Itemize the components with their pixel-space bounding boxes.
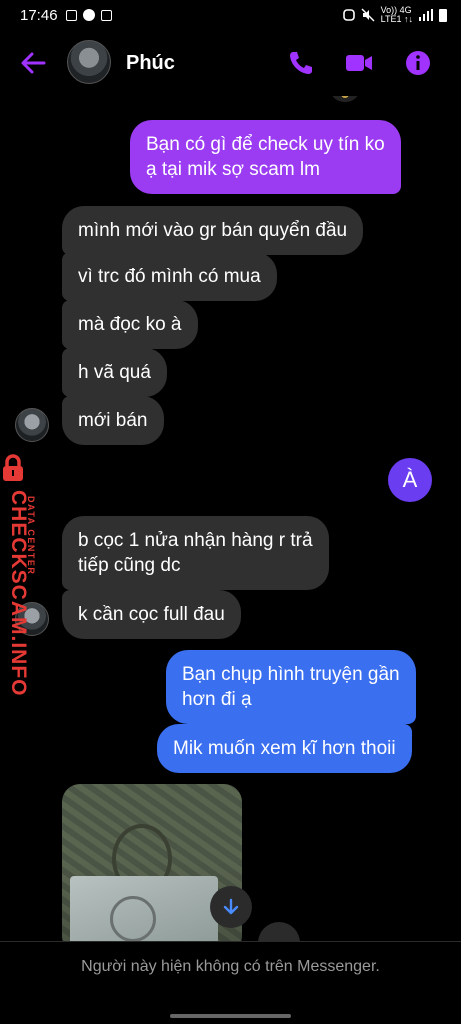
unavailable-notice: Người này hiện không có trên Messenger. <box>81 958 380 975</box>
home-indicator[interactable] <box>170 1014 291 1018</box>
arrow-down-icon <box>223 898 239 915</box>
sender-avatar[interactable] <box>15 408 49 442</box>
scroll-to-bottom-button[interactable] <box>210 886 252 928</box>
phone-call-icon[interactable] <box>286 48 316 78</box>
signal-icon <box>419 9 433 21</box>
back-arrow-icon[interactable] <box>18 48 48 78</box>
mute-icon <box>361 8 375 22</box>
message-bubble-outgoing[interactable]: Bạn chụp hình truyện gần hơn đi ạ <box>166 650 416 724</box>
network-indicator: Vo)) 4G LTE1 ↑↓ <box>381 6 413 24</box>
message-bubble-outgoing[interactable]: Mik muốn xem kĩ hơn thoii <box>157 724 412 773</box>
system-icons: Vo)) 4G LTE1 ↑↓ <box>342 6 447 24</box>
message-bubble-incoming[interactable]: h vã quá <box>62 348 167 397</box>
status-time: 17:46 <box>20 6 58 24</box>
message-text: h vã quá <box>78 362 151 383</box>
message-text: mà đọc ko à <box>78 314 182 335</box>
message-thread[interactable]: Bạn có gì để check uy tín ko ạ tại mik s… <box>0 96 461 941</box>
app-notification-icon <box>100 9 112 21</box>
message-bubble-incoming[interactable]: mà đọc ko à <box>62 300 198 349</box>
photo-detail <box>70 876 218 941</box>
message-text: b cọc 1 nửa nhận hàng r trả tiếp cũng dc <box>78 530 313 576</box>
message-bubble-incoming[interactable]: k cần cọc full đau <box>62 590 241 639</box>
lock-icon <box>3 454 23 481</box>
message-text: mình mới vào gr bán quyển đầu <box>78 220 348 241</box>
message-text: vì trc đó mình có mua <box>78 266 261 287</box>
message-bubble-outgoing[interactable]: Bạn có gì để check uy tín ko ạ tại mik s… <box>130 120 401 194</box>
message-bubble-incoming[interactable]: vì trc đó mình có mua <box>62 252 277 301</box>
message-text: Bạn chụp hình truyện gần hơn đi ạ <box>182 664 400 710</box>
share-button[interactable] <box>258 922 300 941</box>
message-text: mới bán <box>78 410 148 431</box>
messenger-notification-icon <box>82 9 95 21</box>
status-bar: 17:46 Vo)) 4G LTE1 ↑↓ <box>0 0 461 30</box>
reaction-badge[interactable] <box>330 96 360 102</box>
message-bubble-incoming[interactable]: mình mới vào gr bán quyển đầu <box>62 206 364 255</box>
notification-icons <box>65 9 112 21</box>
battery-icon <box>439 8 447 22</box>
alarm-icon <box>342 9 355 21</box>
message-text: Mik muốn xem kĩ hơn thoii <box>173 738 396 759</box>
message-bubble-incoming[interactable]: b cọc 1 nửa nhận hàng r trả tiếp cũng dc <box>62 516 329 590</box>
watermark: CHECKSCAM.INFO DATA CENTER <box>0 452 40 697</box>
message-text: Bạn có gì để check uy tín ko ạ tại mik s… <box>146 134 385 180</box>
contact-name[interactable]: Phúc <box>126 52 175 75</box>
composer-unavailable-footer: Người này hiện không có trên Messenger. <box>0 941 461 1024</box>
message-text: k cần cọc full đau <box>78 604 225 625</box>
message-text: À <box>402 467 418 492</box>
video-call-icon[interactable] <box>344 48 374 78</box>
gallery-notification-icon <box>65 9 77 21</box>
message-bubble-outgoing[interactable]: À <box>388 458 432 502</box>
info-icon[interactable] <box>403 48 433 78</box>
watermark-subtext: DATA CENTER <box>26 496 36 576</box>
contact-avatar[interactable] <box>67 40 111 84</box>
conversation-header: Phúc <box>0 30 461 96</box>
message-bubble-incoming[interactable]: mới bán <box>62 396 164 445</box>
network-bottom: LTE1 ↑↓ <box>380 14 413 24</box>
